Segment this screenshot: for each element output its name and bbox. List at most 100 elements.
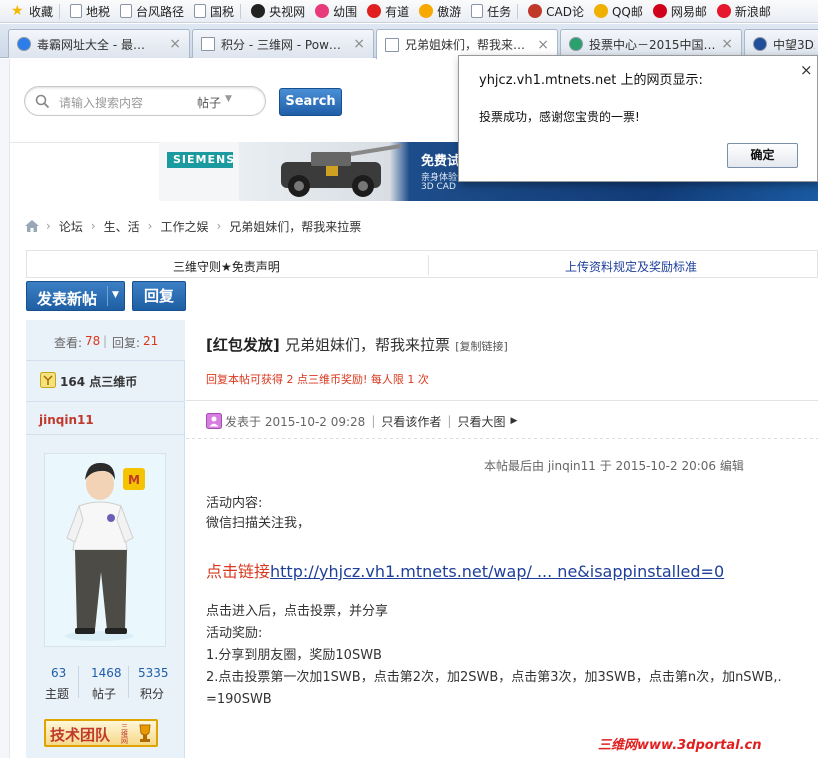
post-body-rewards: 点击进入后，点击投票，并分享 活动奖励: 1.分享到朋友圈，奖励10SWB 2.…: [206, 604, 782, 707]
topic-count[interactable]: 63: [51, 666, 66, 680]
close-tab-icon[interactable]: ×: [169, 36, 181, 52]
reward-notice: 回复本帖可获得 2 点三维币奖励! 每人限 1 次: [206, 373, 429, 386]
close-tab-icon[interactable]: ×: [353, 36, 365, 52]
favorite-item[interactable]: 幼围: [310, 0, 362, 23]
page-icon: [194, 4, 207, 18]
big-image-link[interactable]: 只看大图: [457, 413, 505, 430]
favorite-label: 有道: [385, 4, 410, 19]
coin-reward: 164 点三维币: [26, 361, 185, 401]
favorite-item[interactable]: 傲游: [414, 0, 466, 23]
youdao-icon: [367, 4, 382, 18]
arrow-right-icon: ▶: [510, 416, 518, 426]
sina-icon: [716, 4, 731, 18]
favorite-item[interactable]: 地税: [65, 0, 115, 23]
edit-notice: 本帖最后由 jinqin11 于 2015-10-2 20:06 编辑: [484, 459, 744, 473]
only-author-link[interactable]: 只看该作者: [381, 413, 441, 430]
site-watermark: 三维网www.3dportal.cn: [598, 738, 762, 753]
globe-icon: [569, 37, 583, 51]
breadcrumb-item-current: 兄弟姐妹们，帮我来拉票: [229, 219, 362, 234]
breadcrumb-item-life[interactable]: 生、活: [104, 218, 140, 235]
notice-upload-link[interactable]: 上传资料规定及奖励标准: [565, 258, 697, 275]
view-count: 78: [85, 334, 101, 348]
banner-cta: 免费试: [421, 154, 461, 169]
favorite-item[interactable]: CAD论: [523, 0, 589, 23]
search-icon: [35, 94, 50, 109]
favorite-item[interactable]: QQ邮: [589, 0, 648, 23]
k-icon: [17, 37, 31, 51]
thread-tag[interactable]: [红包发放]: [206, 336, 280, 354]
tab-bar: 毒霸网址大全 - 最… × 积分 - 三维网 - Pow… × 兄弟姐妹们，帮我来… × 投…: [0, 24, 818, 59]
dialog-message: 投票成功，感谢您宝贵的一票!: [479, 110, 640, 124]
favorite-item[interactable]: 有道: [362, 0, 414, 23]
search-box[interactable]: 请输入搜索内容 帖子 ▼: [24, 86, 266, 116]
page-icon: [70, 4, 83, 18]
favorite-label: 央视网: [269, 4, 306, 19]
breadcrumb-item-forum[interactable]: 论坛: [59, 218, 83, 235]
favorites-bar: ★ 收藏 地税 台风路径 国税 央视网 幼围 有道 傲游 任务 CAD论 QQ邮 网易邮 新浪邮: [0, 0, 818, 23]
favorite-item[interactable]: 台风路径: [115, 0, 189, 23]
favorite-label: 傲游: [437, 4, 462, 19]
online-status-icon: [206, 413, 222, 429]
chevron-down-icon[interactable]: ▼: [112, 290, 119, 300]
breadcrumb-item-work[interactable]: 工作之娱: [160, 218, 208, 235]
avatar[interactable]: M: [44, 453, 166, 647]
chevron-down-icon: ▼: [225, 94, 232, 104]
cctv-icon: [251, 4, 266, 18]
author-name[interactable]: jinqin11: [39, 413, 94, 427]
post-link-row: 点击链接http://yhjcz.vh1.mtnets.net/wap/ ...…: [206, 562, 725, 581]
search-input-placeholder[interactable]: 请输入搜索内容: [59, 94, 143, 111]
favorite-item[interactable]: 央视网: [246, 0, 310, 23]
favorite-label: CAD论: [546, 4, 584, 19]
breadcrumb: › 论坛 › 生、活 › 工作之娱 › 兄弟姐妹们，帮我来拉票: [24, 216, 361, 236]
post-date: 发表于 2015-10-2 09:28: [225, 414, 366, 429]
copy-link[interactable]: [复制链接]: [455, 340, 508, 353]
favorite-item[interactable]: ★ 收藏: [6, 0, 65, 23]
vote-link[interactable]: http://yhjcz.vh1.mtnets.net/wap/ ... ne&…: [270, 562, 724, 581]
qq-icon: [593, 4, 608, 18]
browser-tab[interactable]: 毒霸网址大全 - 最… ×: [8, 29, 190, 58]
favorite-label: 台风路径: [136, 4, 185, 19]
post-count[interactable]: 1468: [91, 666, 122, 680]
favorite-label: 任务: [487, 4, 512, 19]
netease-icon: [652, 4, 667, 18]
search-button[interactable]: Search: [279, 88, 342, 116]
home-icon[interactable]: [24, 219, 40, 233]
new-post-button[interactable]: 发表新帖 ▼: [26, 281, 125, 311]
trophy-icon: [139, 724, 151, 742]
favorite-item[interactable]: 网易邮: [648, 0, 712, 23]
svg-text:M: M: [128, 473, 140, 487]
notice-rules-link[interactable]: 三维守则★免责声明: [173, 258, 280, 275]
award-icon: [40, 372, 56, 388]
browser-tab[interactable]: 中望3D20: [744, 29, 818, 58]
robot-image: [281, 144, 402, 197]
favorite-item[interactable]: 国税: [189, 0, 246, 23]
favorite-item[interactable]: 新浪邮: [712, 0, 776, 23]
page-icon: [385, 37, 399, 52]
star-icon: ★: [11, 3, 24, 19]
favorite-item[interactable]: 任务: [466, 0, 523, 23]
points-count[interactable]: 5335: [138, 666, 169, 680]
close-icon[interactable]: ×: [800, 61, 813, 79]
favorite-label: 网易邮: [670, 4, 707, 19]
favorite-label: 新浪邮: [734, 4, 771, 19]
close-tab-icon[interactable]: ×: [721, 36, 733, 52]
reply-button[interactable]: 回复: [132, 281, 186, 311]
thread-title: 兄弟姐妹们，帮我来拉票: [284, 336, 450, 354]
browser-tab[interactable]: 积分 - 三维网 - Pow… ×: [192, 29, 374, 58]
banner-brand: SIEMENS: [173, 153, 236, 166]
reply-count: 21: [143, 334, 159, 348]
tab-label: 投票中心－2015中国…: [589, 37, 716, 52]
page-icon: [120, 4, 133, 18]
browser-tab[interactable]: 投票中心－2015中国… ×: [560, 29, 742, 58]
page-icon: [471, 4, 484, 18]
tech-team-badge: 技术团队 三维网: [44, 719, 158, 747]
child-icon: [315, 4, 330, 18]
avatar-image: M: [45, 454, 165, 646]
post-meta: 发表于 2015-10-2 09:28 | 只看该作者 | 只看大图 ▶: [206, 413, 517, 429]
tab-label: 中望3D20: [773, 37, 815, 52]
tab-label: 兄弟姐妹们，帮我来…: [405, 38, 526, 52]
search-type-select[interactable]: 帖子: [197, 94, 221, 111]
ok-button[interactable]: 确定: [727, 143, 798, 168]
favorite-label: QQ邮: [611, 4, 643, 19]
close-tab-icon[interactable]: ×: [537, 37, 549, 53]
